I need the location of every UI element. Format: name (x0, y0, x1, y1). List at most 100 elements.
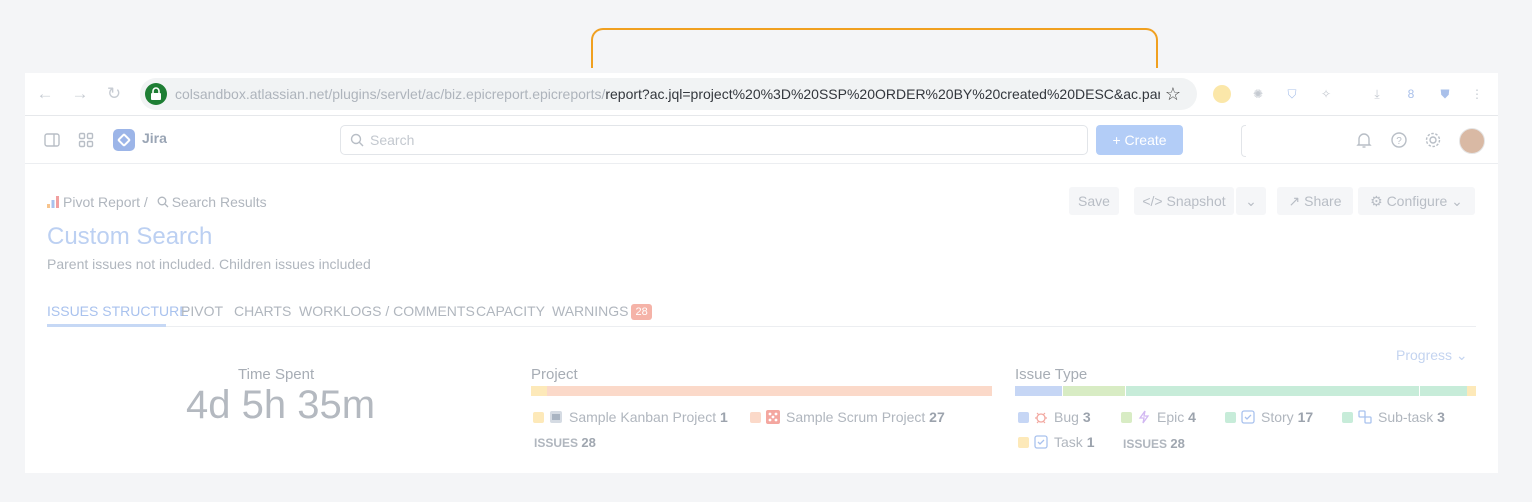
legend-count: 1 (719, 409, 728, 425)
legend-label: Task (1054, 434, 1083, 450)
legend-count: 3 (1082, 409, 1091, 425)
issue-type-bar-segment-epic (1063, 386, 1125, 396)
story-checkbox-icon (1241, 410, 1255, 424)
issue-type-bar-segment-task (1467, 386, 1476, 396)
project-bar-segment-scrum (547, 386, 992, 396)
jira-logo-icon[interactable] (113, 129, 135, 151)
legend-label: Bug (1054, 409, 1079, 425)
tabs-divider (47, 326, 1476, 327)
back-icon[interactable]: ← (35, 84, 55, 104)
snapshot-label: Snapshot (1166, 193, 1226, 209)
legend-item-task: Task 1 (1018, 434, 1094, 450)
share-button[interactable]: ↗ Share (1277, 187, 1353, 215)
issue-type-bar-segment-story (1126, 386, 1419, 396)
legend-item-subtask: Sub-task 3 (1342, 409, 1445, 425)
bookmark-star-icon[interactable]: ☆ (1163, 84, 1183, 104)
create-label: Create (1124, 132, 1167, 148)
lock-icon[interactable] (145, 83, 167, 105)
legend-item-bug: Bug 3 (1018, 409, 1091, 425)
chevron-down-icon: ⌄ (1455, 347, 1468, 363)
search-icon (157, 196, 169, 208)
jira-top-nav: Jira Search + Create ? (25, 116, 1498, 164)
subtask-icon (1358, 410, 1372, 424)
url-path: report?ac.jql=project%20%3D%20SSP%20ORDE… (605, 86, 1160, 102)
breadcrumb-current: Search Results (171, 194, 267, 210)
kebab-menu-icon[interactable]: ⋮ (1468, 85, 1486, 103)
epic-lightning-icon (1138, 410, 1150, 424)
create-button[interactable]: + Create (1096, 125, 1183, 155)
save-button[interactable]: Save (1069, 187, 1119, 215)
legend-swatch (1342, 412, 1353, 423)
security-shield-icon[interactable]: ⛊ (1436, 85, 1454, 103)
snapshot-button[interactable]: </> Snapshot (1134, 187, 1234, 215)
user-avatar[interactable] (1459, 128, 1485, 154)
progress-dropdown[interactable]: Progress ⌄ (1396, 347, 1468, 364)
pivot-report-icon (47, 196, 59, 208)
legend-item-scrum: Sample Scrum Project 27 (750, 409, 945, 425)
legend-swatch (1121, 412, 1132, 423)
page-subtitle: Parent issues not included. Children iss… (47, 256, 371, 272)
scrum-project-icon (766, 410, 780, 424)
gear-extension-icon[interactable]: ✺ (1249, 85, 1267, 103)
issues-label: ISSUES (1123, 437, 1168, 451)
legend-count: 1 (1086, 434, 1095, 450)
address-bar[interactable]: colsandbox.atlassian.net/plugins/servlet… (140, 78, 1197, 110)
project-issues-total: ISSUES 28 (534, 435, 596, 450)
search-placeholder: Search (370, 132, 415, 148)
active-tab-indicator (47, 324, 166, 327)
breadcrumb-root[interactable]: Pivot Report / (63, 194, 148, 210)
issues-label: ISSUES (534, 436, 579, 450)
download-icon[interactable]: ⤓ (1368, 85, 1386, 103)
code-icon: </> (1142, 193, 1163, 209)
share-label: Share (1304, 193, 1342, 209)
chevron-down-icon: ⌄ (1245, 193, 1257, 209)
shield-extension-icon[interactable]: ⛉ (1283, 85, 1301, 103)
time-spent-label: Time Spent (238, 366, 315, 383)
profile-extension-icon[interactable]: 8 (1402, 85, 1420, 103)
settings-gear-icon[interactable] (1424, 131, 1442, 149)
tab-pivot[interactable]: PIVOT (181, 303, 223, 319)
puzzle-icon[interactable]: ✧ (1317, 85, 1335, 103)
browser-toolbar: ← → ↻ colsandbox.atlassian.net/plugins/s… (25, 73, 1498, 116)
legend-count: 4 (1188, 409, 1196, 425)
snapshot-dropdown-button[interactable]: ⌄ (1236, 187, 1266, 215)
tab-worklogs-comments[interactable]: WORKLOGS / COMMENTS (299, 303, 475, 319)
app-switcher-icon[interactable] (78, 132, 94, 148)
reload-icon[interactable]: ↻ (104, 84, 124, 104)
warnings-count-badge: 28 (631, 304, 652, 320)
legend-count: 3 (1437, 409, 1445, 425)
legend-swatch (1018, 412, 1029, 423)
notifications-bell-icon[interactable] (1355, 131, 1373, 149)
legend-swatch (750, 412, 761, 423)
tab-warnings[interactable]: WARNINGS 28 (552, 303, 652, 320)
legend-label: Sample Scrum Project (786, 409, 926, 425)
tab-issues-structure[interactable]: ISSUES STRUCTURE (47, 303, 189, 319)
time-spent-value: 4d 5h 35m (186, 383, 376, 427)
browser-window: ← → ↻ colsandbox.atlassian.net/plugins/s… (25, 73, 1498, 473)
bug-icon (1035, 412, 1047, 424)
task-checkbox-icon (1034, 435, 1048, 449)
legend-label: Story (1261, 409, 1294, 425)
legend-swatch (1018, 437, 1029, 448)
url-highlight-bracket (591, 28, 1158, 68)
issue-type-distribution-bar (1015, 386, 1476, 396)
url-text[interactable]: colsandbox.atlassian.net/plugins/servlet… (175, 78, 1160, 110)
issue-type-bar-segment-bug (1015, 386, 1062, 396)
help-icon[interactable]: ? (1390, 131, 1408, 149)
tab-warnings-label: WARNINGS (552, 303, 629, 319)
legend-label: Sample Kanban Project (569, 409, 717, 425)
search-input[interactable]: Search (340, 125, 1088, 155)
share-icon: ↗ (1288, 193, 1301, 209)
legend-count: 27 (929, 409, 945, 425)
tab-charts[interactable]: CHARTS (234, 303, 291, 319)
jira-app-name[interactable]: Jira (142, 130, 167, 146)
legend-item-epic: Epic 4 (1121, 409, 1196, 425)
configure-button[interactable]: ⚙ Configure ⌄ (1358, 187, 1475, 215)
legend-item-story: Story 17 (1225, 409, 1313, 425)
legend-swatch (1225, 412, 1236, 423)
forward-icon[interactable]: → (70, 84, 90, 104)
svg-text:?: ? (1396, 136, 1402, 147)
sidebar-toggle-icon[interactable] (44, 132, 60, 148)
tab-capacity[interactable]: CAPACITY (476, 303, 545, 319)
extension-icon[interactable] (1213, 85, 1231, 103)
